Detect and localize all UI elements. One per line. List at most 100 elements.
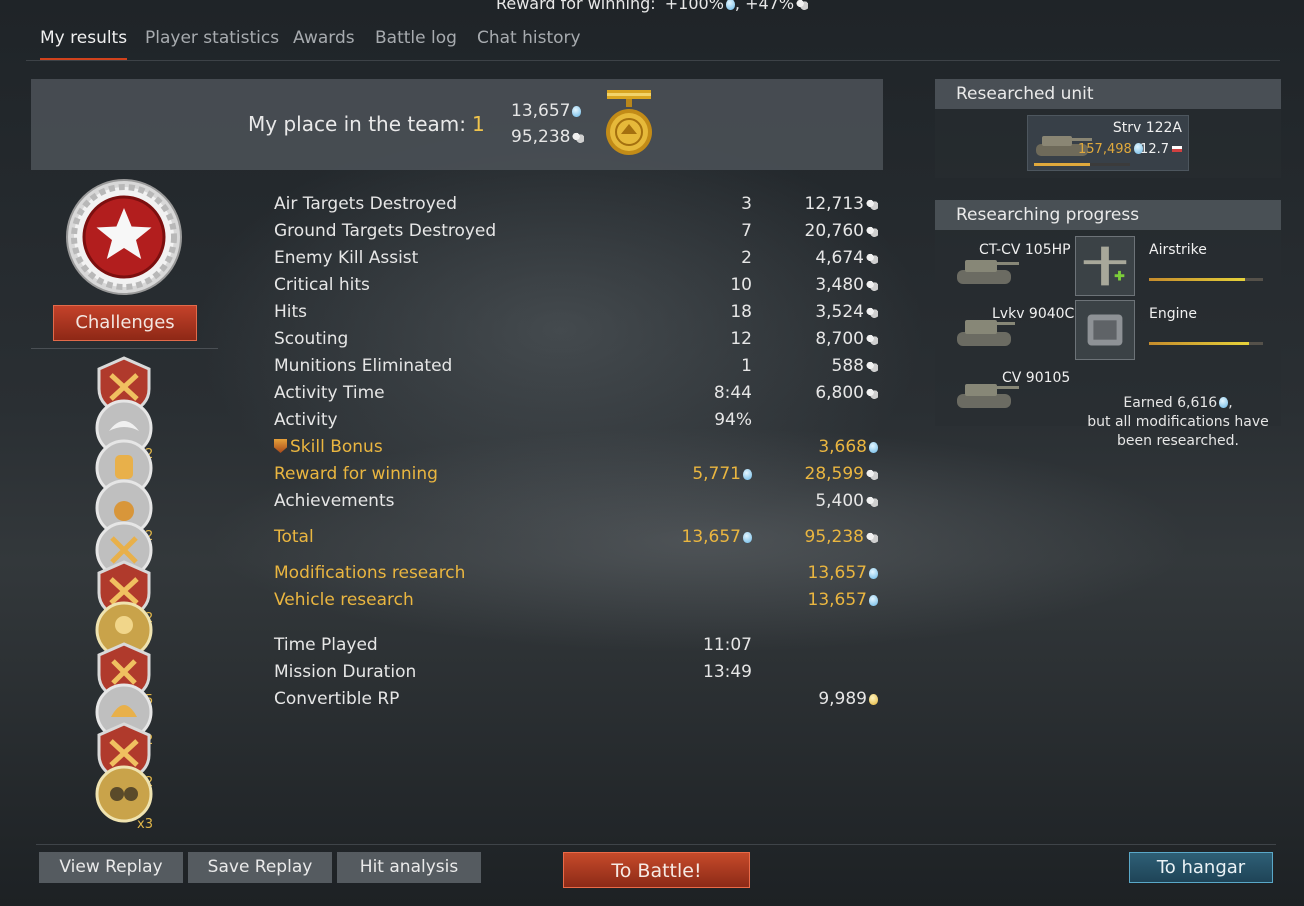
- researched-unit-panel: Strv 122A 157,498 12.7: [935, 109, 1281, 178]
- stat-count: 5,771: [692, 462, 752, 486]
- silver-lions-icon: [866, 388, 878, 399]
- researched-unit-rp: 157,498: [1078, 142, 1143, 157]
- silver-lions-icon: [866, 280, 878, 291]
- silver-lions-icon: [866, 226, 878, 237]
- stat-count: 94%: [714, 410, 752, 430]
- stat-count: 10: [730, 275, 752, 295]
- stat-label: Modifications research: [274, 563, 466, 583]
- team-place-summary: My place in the team: 1 13,657 95,238: [31, 79, 883, 170]
- to-battle-button[interactable]: To Battle!: [563, 852, 750, 888]
- stat-row-convertible-rp: Convertible RP 9,989: [274, 687, 884, 711]
- nation-flag-icon: [1172, 146, 1182, 152]
- tab-player-statistics[interactable]: Player statistics: [145, 26, 279, 58]
- stat-reward: 3,668: [818, 435, 878, 459]
- stat-row-mission-duration: Mission Duration 13:49: [274, 660, 884, 684]
- stat-reward: 8,700: [815, 327, 878, 351]
- researched-unit-card[interactable]: Strv 122A 157,498 12.7: [1027, 115, 1189, 171]
- team-place-label: My place in the team:: [248, 112, 467, 136]
- researched-unit-title: Researched unit: [935, 79, 1281, 109]
- stat-row-total: Total 13,657 95,238: [274, 525, 884, 549]
- stat-label: Scouting: [274, 329, 349, 349]
- stat-row-ground-targets: Ground Targets Destroyed 7 20,760: [274, 219, 884, 243]
- binoculars-award-icon[interactable]: [93, 763, 155, 825]
- stat-reward: 13,657: [808, 561, 878, 585]
- research-earned-note: Earned 6,616, but all modifications have…: [1087, 395, 1269, 449]
- stat-count: 18: [730, 302, 752, 322]
- stat-row-scouting: Scouting 12 8,700: [274, 327, 884, 351]
- silver-lions-icon: [866, 532, 878, 543]
- hit-analysis-button[interactable]: Hit analysis: [337, 852, 481, 883]
- stat-label: Skill Bonus: [274, 435, 383, 459]
- research-vehicle-name: Lvkv 9040C: [992, 306, 1075, 322]
- stat-row-hits: Hits 18 3,524: [274, 300, 884, 324]
- silver-lions-icon: [866, 469, 878, 480]
- engine-icon[interactable]: [1075, 300, 1135, 360]
- silver-lions-icon: [866, 307, 878, 318]
- stat-reward: 9,989: [818, 687, 878, 711]
- stat-reward: 95,238: [805, 525, 878, 549]
- stat-count: 3: [741, 194, 752, 214]
- view-replay-button[interactable]: View Replay: [39, 852, 183, 883]
- tab-battle-log[interactable]: Battle log: [375, 26, 457, 58]
- stat-label: Enemy Kill Assist: [274, 248, 419, 268]
- stat-label: Achievements: [274, 491, 395, 511]
- skill-bonus-icon: [274, 439, 287, 453]
- stat-row-munitions: Munitions Eliminated 1 588: [274, 354, 884, 378]
- bottom-divider: [36, 844, 1276, 845]
- research-vehicle-name: CT-CV 105HP: [979, 242, 1071, 258]
- tab-awards[interactable]: Awards: [293, 26, 355, 58]
- stat-reward: 28,599: [805, 462, 878, 486]
- stat-label: Activity Time: [274, 383, 385, 403]
- stat-label: Critical hits: [274, 275, 370, 295]
- stat-row-kill-assist: Enemy Kill Assist 2 4,674: [274, 246, 884, 270]
- stat-row-air-targets: Air Targets Destroyed 3 12,713: [274, 192, 884, 216]
- airstrike-plane-icon[interactable]: [1075, 236, 1135, 296]
- research-vehicle-name: CV 90105: [1002, 370, 1071, 386]
- tab-my-results[interactable]: My results: [40, 26, 128, 60]
- stat-reward: 588: [832, 354, 878, 378]
- silver-lions-icon: [572, 132, 585, 143]
- researched-unit-br: 12.7: [1140, 142, 1182, 157]
- winning-sl-bonus: +47%: [745, 0, 795, 13]
- stat-count: 11:07: [703, 635, 752, 655]
- stat-count: 1: [741, 356, 752, 376]
- stat-count: 2: [741, 248, 752, 268]
- research-points-icon: [743, 469, 752, 480]
- tab-chat-history[interactable]: Chat history: [477, 26, 581, 58]
- silver-lions-icon: [866, 496, 878, 507]
- challenges-button[interactable]: Challenges: [53, 305, 197, 341]
- research-points-icon: [725, 0, 735, 10]
- silver-lions-icon: [866, 199, 878, 210]
- stat-label: Reward for winning: [274, 464, 438, 484]
- stat-row-skill-bonus: Skill Bonus 3,668: [274, 435, 884, 459]
- research-module-name: Airstrike: [1149, 242, 1207, 258]
- silver-lions-icon: [866, 253, 878, 264]
- stat-reward: 3,524: [815, 300, 878, 324]
- stat-label: Convertible RP: [274, 689, 400, 709]
- summary-sl-value: 95,238: [511, 127, 571, 147]
- stat-label: Ground Targets Destroyed: [274, 221, 497, 241]
- silver-lions-icon: [796, 0, 809, 10]
- award-multiplier: x3: [137, 817, 153, 832]
- convertible-rp-icon: [869, 694, 878, 705]
- to-hangar-button[interactable]: To hangar: [1129, 852, 1273, 883]
- stat-row-critical-hits: Critical hits 10 3,480: [274, 273, 884, 297]
- stat-row-time-played: Time Played 11:07: [274, 633, 884, 657]
- stat-count: 13:49: [703, 662, 752, 682]
- stat-reward: 20,760: [805, 219, 878, 243]
- stat-count: 13,657: [682, 525, 752, 549]
- stat-reward: 12,713: [805, 192, 878, 216]
- stat-label: Hits: [274, 302, 308, 322]
- research-module-name: Engine: [1149, 306, 1197, 322]
- team-place: My place in the team: 1: [248, 112, 485, 136]
- rank-star-emblem-icon: [66, 179, 182, 295]
- stat-row-achievements: Achievements 5,400: [274, 489, 884, 513]
- stat-row-activity-time: Activity Time 8:44 6,800: [274, 381, 884, 405]
- research-module-progress: [1149, 342, 1263, 345]
- stat-reward: 6,800: [815, 381, 878, 405]
- save-replay-button[interactable]: Save Replay: [188, 852, 332, 883]
- summary-rp: 13,657: [511, 101, 582, 121]
- stat-count: 7: [741, 221, 752, 241]
- results-tabs: My results Player statistics Awards Batt…: [26, 26, 1280, 61]
- researching-progress-title: Researching progress: [935, 200, 1281, 230]
